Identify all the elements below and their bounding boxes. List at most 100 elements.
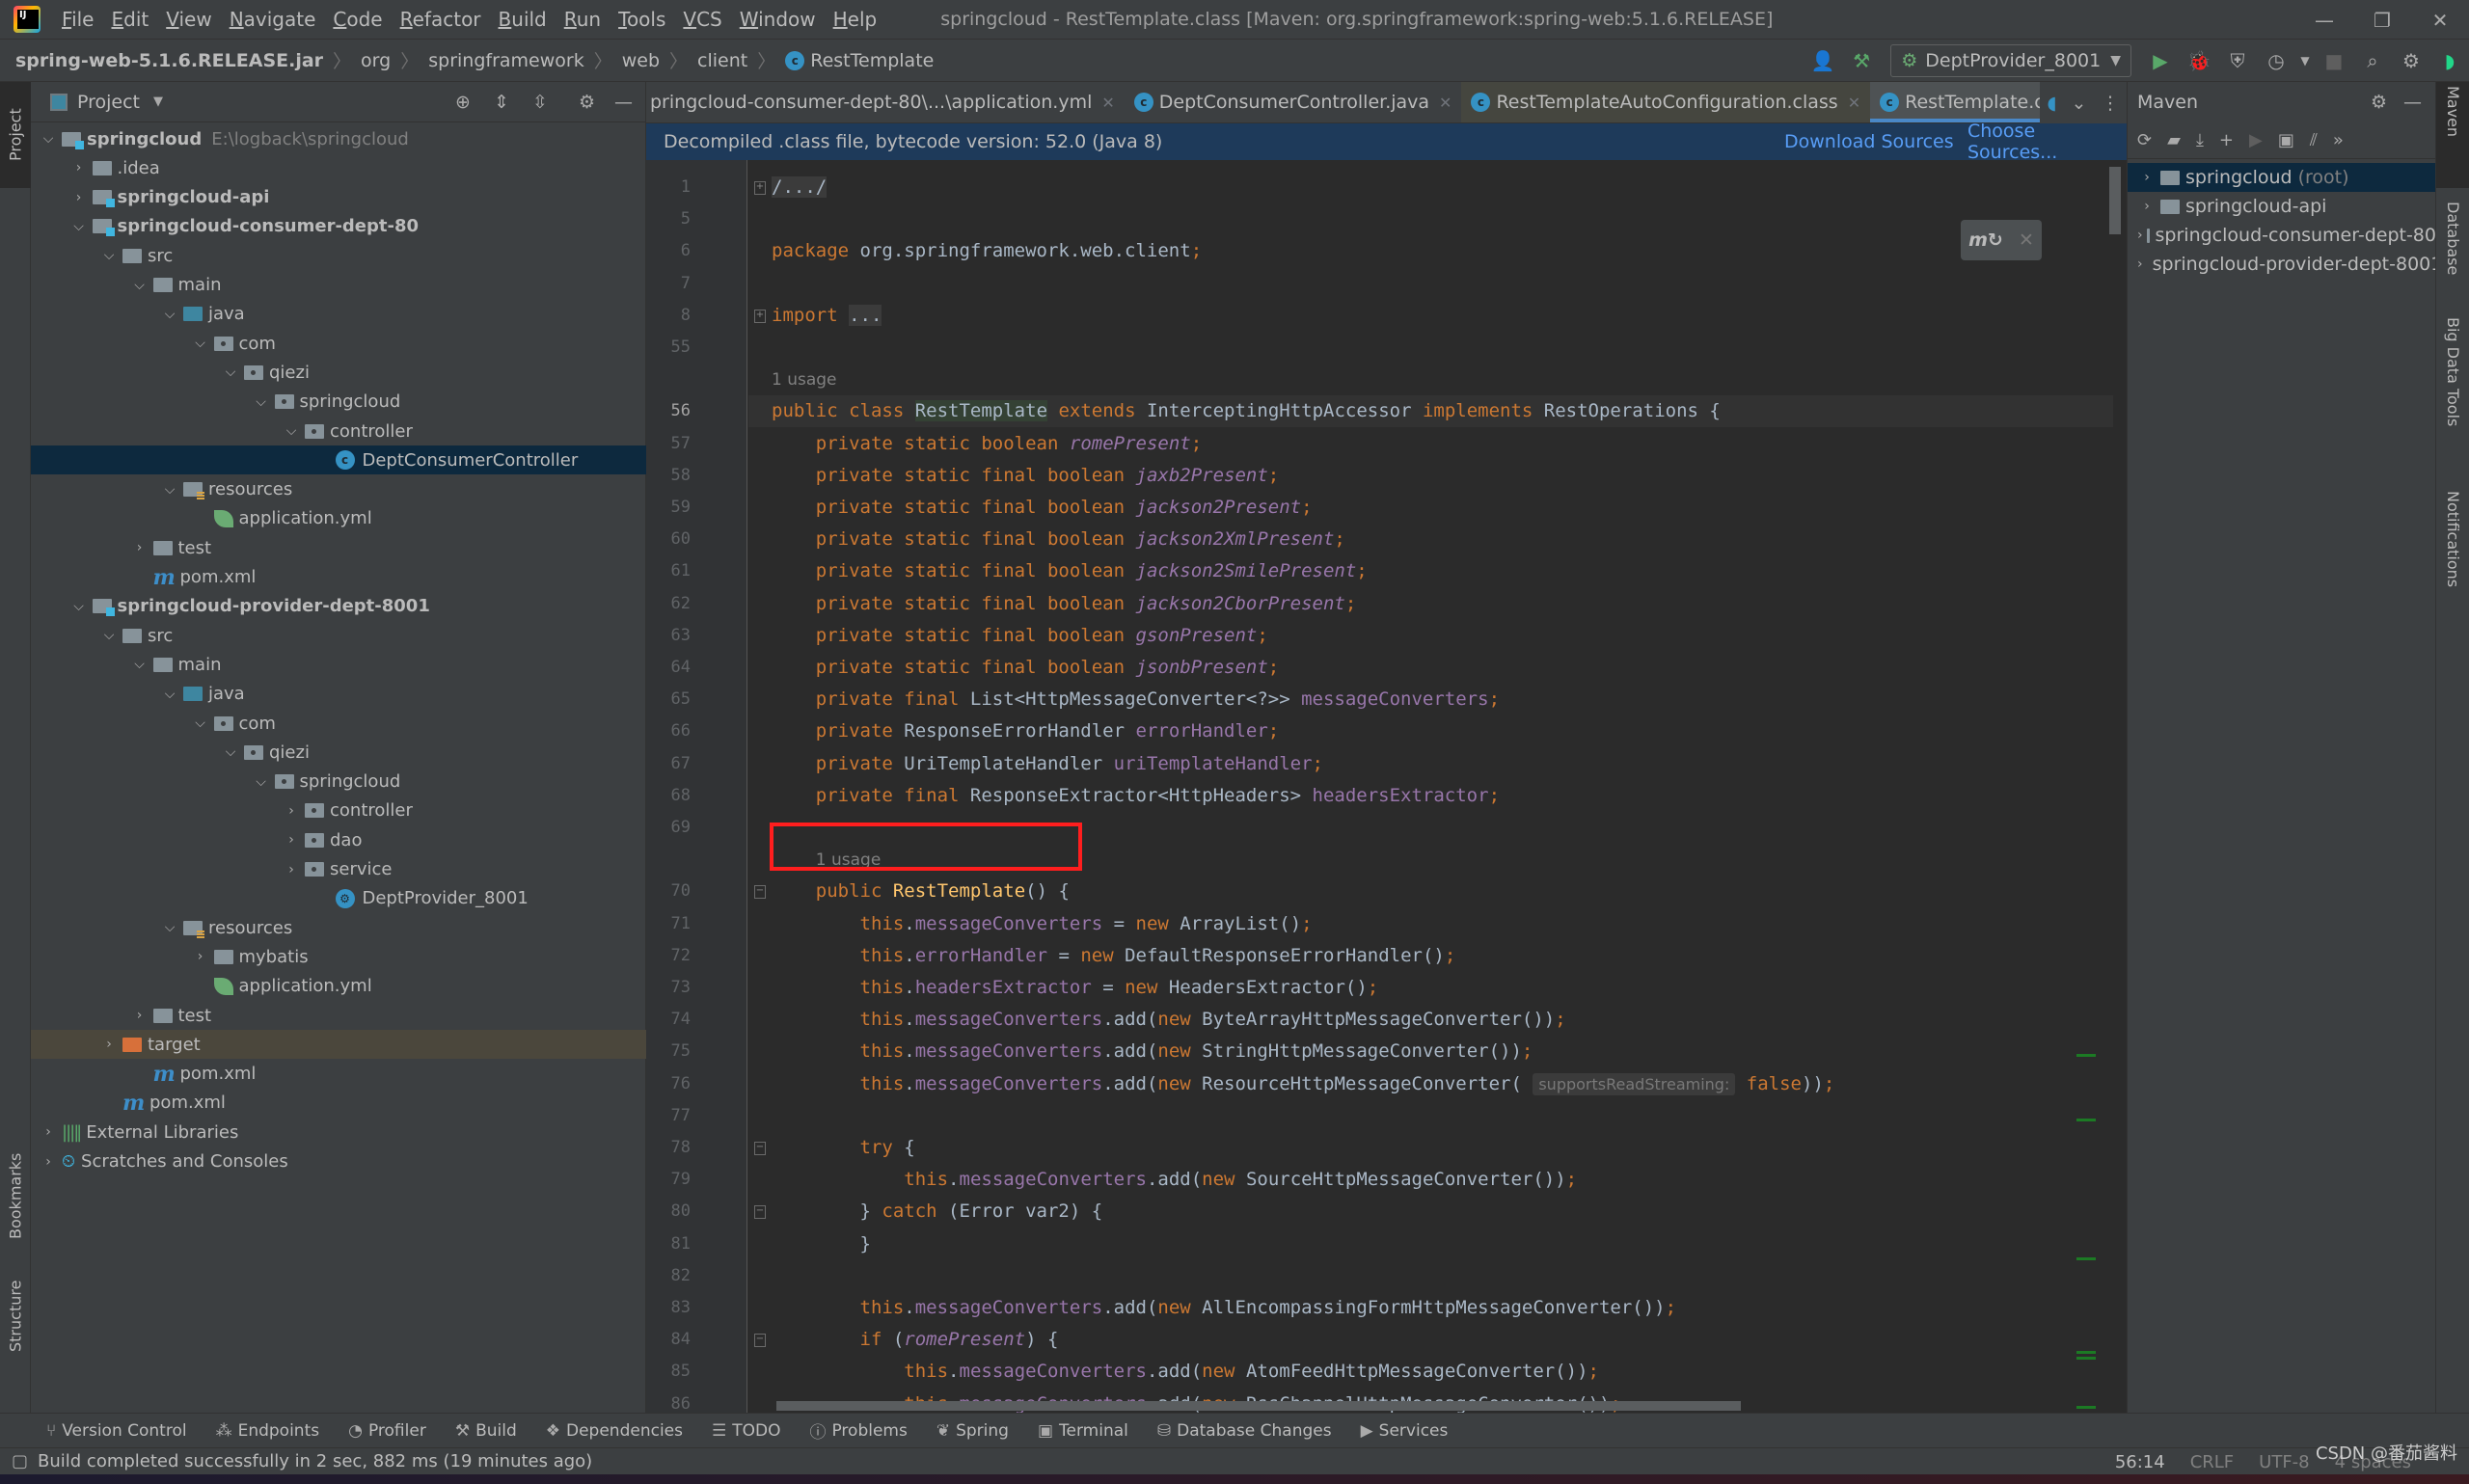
code-line[interactable]: private static final boolean jaxb2Presen… — [772, 460, 1279, 492]
code-line[interactable]: this.messageConverters.add(new AtomFeedH… — [772, 1356, 1599, 1388]
chevron-down-icon[interactable]: ⌵ — [282, 423, 301, 439]
code-line[interactable]: this.headersExtractor = new HeadersExtra… — [772, 972, 1379, 1004]
code-line[interactable]: private static final boolean jackson2Cbo… — [772, 588, 1357, 620]
tool-tab-maven[interactable]: Maven — [2436, 82, 2469, 188]
tool-window-todo[interactable]: ☰ TODO — [712, 1421, 781, 1441]
chevron-down-icon[interactable]: ⌵ — [160, 307, 179, 322]
chevron-right-icon[interactable]: › — [2137, 170, 2157, 185]
menu-navigate[interactable]: Navigate — [230, 8, 316, 31]
toggle-offline-icon[interactable]: ⫽ — [2310, 130, 2318, 150]
chevron-down-icon[interactable]: ⌵ — [160, 920, 179, 935]
tree-item[interactable]: ⌵ resources — [31, 475, 646, 504]
editor-tab[interactable]: c RestTemplateAutoConfiguration.class ✕ — [1461, 82, 1871, 122]
fold-toggle-icon[interactable]: + — [754, 309, 766, 323]
chevron-down-icon[interactable]: ⌵ — [99, 628, 119, 643]
chevron-right-icon[interactable]: › — [2137, 199, 2157, 214]
code-line[interactable]: this.messageConverters.add(new ResourceH… — [772, 1068, 1834, 1100]
tool-tab-database[interactable]: Database — [2436, 198, 2469, 304]
chevron-right-icon[interactable]: › — [2137, 256, 2143, 272]
execute-goal-icon[interactable]: ▣ — [2278, 130, 2294, 150]
menu-code[interactable]: Code — [333, 8, 382, 31]
tree-item[interactable]: ⚙ DeptProvider_8001 — [31, 884, 646, 913]
more-tabs-indicator-icon[interactable]: ◖ — [2048, 93, 2057, 114]
code-line[interactable]: this.errorHandler = new DefaultResponseE… — [772, 940, 1456, 972]
code-line[interactable]: this.messageConverters.add(new AllEncomp… — [772, 1292, 1677, 1324]
code-line[interactable]: /.../ — [772, 172, 828, 203]
code-line[interactable]: public RestTemplate() { — [772, 876, 1070, 907]
tool-window-terminal[interactable]: ▣ Terminal — [1038, 1421, 1128, 1441]
more-tools-icon[interactable]: » — [2333, 130, 2344, 150]
build-hammer-icon[interactable]: ⚒ — [1842, 41, 1881, 80]
stop-icon[interactable]: ■ — [2315, 41, 2353, 80]
project-panel-title[interactable]: Project — [77, 92, 140, 113]
choose-sources-link[interactable]: Choose Sources... — [1967, 121, 2127, 163]
chevron-down-icon[interactable]: ⌵ — [69, 219, 89, 234]
editor-tab[interactable]: pringcloud-consumer-dept-80\...\applicat… — [646, 82, 1125, 122]
breadcrumb-item[interactable]: web — [622, 50, 660, 71]
tool-window-problems[interactable]: ⓘ Problems — [809, 1418, 907, 1444]
tool-window-profiler[interactable]: ◔ Profiler — [348, 1421, 426, 1441]
generate-sources-icon[interactable]: ▰ — [2167, 130, 2181, 150]
chevron-right-icon[interactable]: › — [130, 1008, 149, 1023]
chevron-down-icon[interactable]: ⌵ — [99, 248, 119, 263]
chevron-right-icon[interactable]: › — [39, 1154, 58, 1170]
settings-gear-icon[interactable]: ⚙ — [2392, 41, 2430, 80]
code-line[interactable]: this.messageConverters = new ArrayList()… — [772, 908, 1313, 940]
tree-item[interactable]: ⌵ com — [31, 709, 646, 738]
search-icon[interactable]: ⌕ — [2353, 41, 2392, 80]
code-line[interactable]: private final ResponseExtractor<HttpHead… — [772, 780, 1500, 812]
add-project-icon[interactable]: + — [2219, 130, 2234, 150]
tree-item[interactable]: › |||‖ External Libraries — [31, 1118, 646, 1147]
breadcrumb-item[interactable]: springframework — [428, 50, 583, 71]
tree-item[interactable]: ⌵ resources — [31, 913, 646, 942]
tree-item[interactable]: ⌵ qiezi — [31, 358, 646, 387]
tool-tab-structure[interactable]: Structure — [0, 1258, 31, 1374]
code-line[interactable]: 1 usage — [772, 364, 837, 395]
tree-item[interactable]: m pom.xml — [31, 563, 646, 592]
code-line[interactable]: private ResponseErrorHandler errorHandle… — [772, 715, 1279, 747]
close-tab-icon[interactable]: ✕ — [1848, 94, 1860, 112]
chevron-down-icon[interactable]: ⌵ — [252, 774, 271, 790]
code-line[interactable]: import ... — [772, 300, 882, 332]
chevron-right-icon[interactable]: › — [69, 190, 89, 205]
tree-item[interactable]: m pom.xml — [31, 1060, 646, 1089]
locate-file-icon[interactable]: ⊕ — [455, 92, 471, 113]
vcs-user-icon[interactable]: 👤 — [1804, 41, 1842, 80]
tool-window-services[interactable]: ▶ Services — [1361, 1421, 1449, 1441]
tree-item[interactable]: ⌵ java — [31, 300, 646, 329]
maven-project-item[interactable]: › springcloud (root) — [2128, 163, 2436, 192]
maven-reload-icon[interactable]: m↻ — [1968, 229, 2003, 251]
chevron-down-icon[interactable]: ⌵ — [160, 482, 179, 498]
tool-tab-bookmarks[interactable]: Bookmarks — [0, 1143, 31, 1249]
download-sources-link[interactable]: Download Sources — [1784, 131, 1954, 152]
tree-item[interactable]: › target — [31, 1030, 646, 1060]
profile-icon[interactable]: ◷ — [2257, 41, 2295, 80]
tool-window-version-control[interactable]: ⑂ Version Control — [46, 1421, 187, 1441]
tree-item[interactable]: ⌵ src — [31, 241, 646, 270]
tree-item[interactable]: ⌵ springcloud — [31, 388, 646, 417]
fold-toggle-icon[interactable]: − — [754, 1142, 766, 1155]
caret-position[interactable]: 56:14 — [2115, 1452, 2165, 1472]
chevron-right-icon[interactable]: › — [282, 832, 301, 848]
maven-project-item[interactable]: › springcloud-consumer-dept-80 — [2128, 221, 2436, 250]
close-tab-icon[interactable]: ✕ — [1101, 94, 1114, 112]
view-mode-chevron-icon[interactable]: ▼ — [153, 94, 163, 109]
chevron-down-icon[interactable]: ⌵ — [69, 599, 89, 614]
tree-item[interactable]: › springcloud-api — [31, 183, 646, 212]
debug-icon[interactable]: 🐞 — [2180, 41, 2218, 80]
menu-tools[interactable]: Tools — [618, 8, 665, 31]
fold-toggle-icon[interactable]: − — [754, 885, 766, 900]
maximize-button[interactable]: ❐ — [2353, 0, 2411, 40]
chevron-right-icon[interactable]: › — [69, 160, 89, 175]
tree-item[interactable]: › ⏲ Scratches and Consoles — [31, 1147, 646, 1176]
tree-item[interactable]: ⌵ com — [31, 329, 646, 358]
tree-item[interactable]: application.yml — [31, 504, 646, 533]
collapse-all-icon[interactable]: ⇳ — [532, 92, 548, 113]
maven-project-item[interactable]: › springcloud-provider-dept-8001 — [2128, 250, 2436, 279]
download-icon[interactable]: ⤓ — [2196, 130, 2204, 150]
chevron-down-icon[interactable]: ⌵ — [252, 394, 271, 410]
chevron-right-icon[interactable]: › — [99, 1037, 119, 1052]
tab-options-icon[interactable]: ⋮ — [2101, 93, 2119, 114]
code-line[interactable]: try { — [772, 1132, 915, 1164]
tool-window-endpoints[interactable]: ⁂ Endpoints — [216, 1421, 320, 1441]
